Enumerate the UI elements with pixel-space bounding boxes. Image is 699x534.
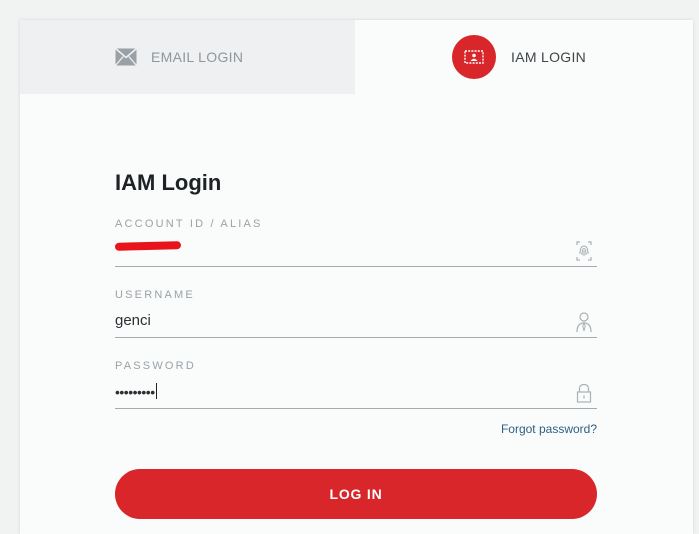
password-value: ••••••••• <box>115 382 157 402</box>
user-icon <box>575 311 593 333</box>
tab-iam-login[interactable]: IAM LOGIN <box>355 20 693 94</box>
lock-icon <box>575 382 593 404</box>
login-tabs: EMAIL LOGIN IAM LOGIN <box>20 20 693 94</box>
forgot-password-link[interactable]: Forgot password? <box>115 421 597 437</box>
login-button[interactable]: LOG IN <box>115 469 597 519</box>
tab-iam-login-label: IAM LOGIN <box>511 49 587 65</box>
password-field[interactable]: PASSWORD ••••••••• <box>115 360 597 409</box>
password-masked-text: ••••••••• <box>115 384 155 400</box>
password-label: PASSWORD <box>115 360 196 372</box>
tab-email-login-label: EMAIL LOGIN <box>151 49 244 65</box>
tab-email-login[interactable]: EMAIL LOGIN <box>20 20 355 94</box>
account-id-label: ACCOUNT ID / ALIAS <box>115 218 263 230</box>
form-title: IAM Login <box>115 170 222 195</box>
username-field[interactable]: USERNAME genci <box>115 289 597 338</box>
account-id-field[interactable]: ACCOUNT ID / ALIAS <box>114 218 597 267</box>
username-label: USERNAME <box>115 289 195 301</box>
iam-login-form: IAM Login ACCOUNT ID / ALIAS USERNAME ge… <box>114 168 597 519</box>
login-card: EMAIL LOGIN IAM LOGIN IAM Login ACCOUNT … <box>20 20 693 534</box>
text-caret <box>155 383 157 399</box>
redacted-account-value <box>114 241 182 251</box>
iam-badge-icon <box>452 35 496 79</box>
username-value: genci <box>115 312 151 329</box>
mail-icon <box>115 48 137 66</box>
fingerprint-icon <box>575 240 593 262</box>
